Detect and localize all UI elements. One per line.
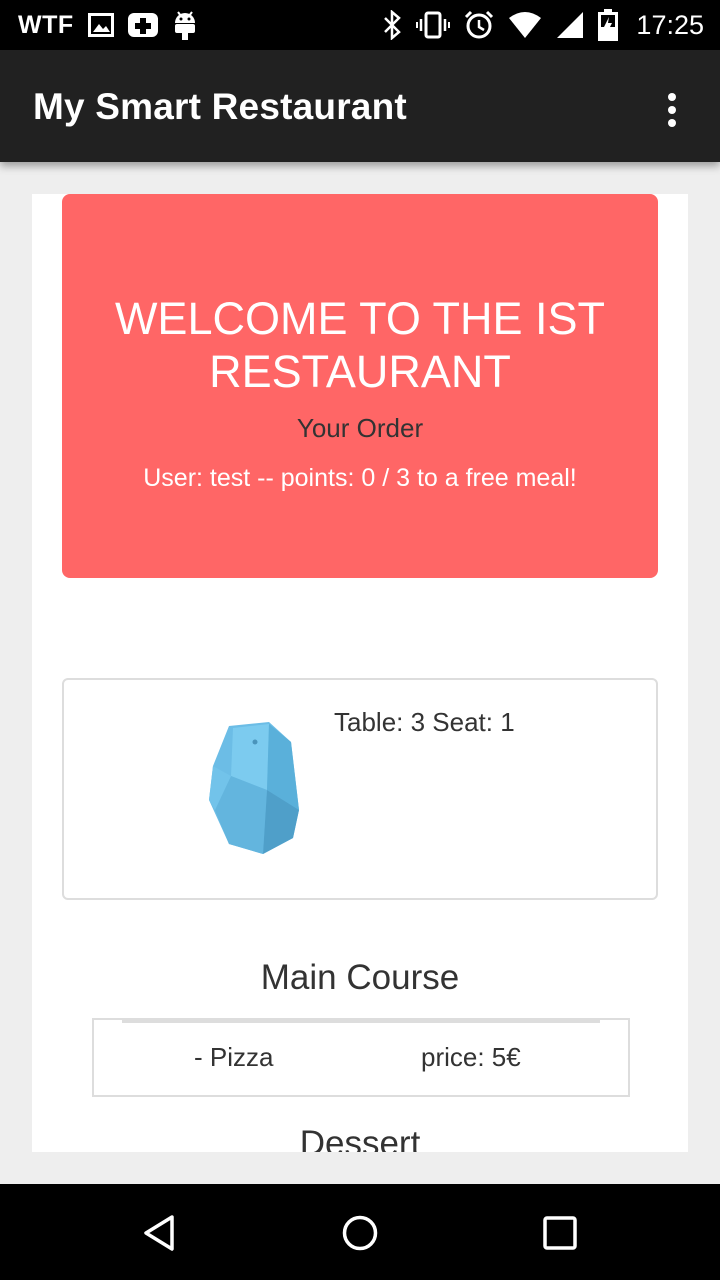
table-info-card: Table: 3 Seat: 1 bbox=[62, 678, 658, 900]
image-icon bbox=[87, 13, 114, 37]
table-seat-label: Table: 3 Seat: 1 bbox=[334, 707, 515, 737]
app-bar: My Smart Restaurant bbox=[0, 50, 720, 162]
user-points-label: User: test -- points: 0 / 3 to a free me… bbox=[143, 464, 577, 492]
battery-charging-icon bbox=[598, 9, 619, 41]
content-area[interactable]: WELCOME TO THE IST RESTAURANT Your Order… bbox=[32, 194, 688, 1152]
clock: 17:25 bbox=[636, 9, 704, 40]
bluetooth-icon bbox=[382, 10, 402, 40]
wifi-icon bbox=[508, 11, 542, 39]
alarm-icon bbox=[464, 10, 494, 40]
your-order-label: Your Order bbox=[296, 413, 424, 443]
welcome-banner: WELCOME TO THE IST RESTAURANT Your Order… bbox=[62, 194, 658, 578]
carrier-label: WTF bbox=[18, 10, 74, 39]
status-bar: WTF 17:25 bbox=[0, 0, 720, 50]
item-name: - Pizza bbox=[194, 1042, 274, 1072]
app-title: My Smart Restaurant bbox=[33, 86, 407, 127]
home-icon[interactable] bbox=[335, 1208, 385, 1258]
more-vert-icon[interactable] bbox=[648, 86, 696, 134]
item-price: price: 5€ bbox=[421, 1042, 521, 1072]
order-item-row: - Pizza price: 5€ bbox=[92, 1018, 630, 1097]
android-icon bbox=[172, 9, 198, 41]
dessert-heading: Dessert bbox=[299, 1124, 421, 1152]
divider bbox=[122, 1020, 600, 1023]
back-icon[interactable] bbox=[135, 1208, 185, 1258]
navigation-bar bbox=[0, 1184, 720, 1280]
vibrate-icon bbox=[416, 11, 451, 39]
main-course-heading: Main Course bbox=[260, 958, 460, 997]
welcome-title: WELCOME TO THE IST RESTAURANT bbox=[114, 293, 606, 397]
medical-plus-icon bbox=[127, 11, 158, 39]
beacon-icon bbox=[207, 720, 303, 861]
signal-icon bbox=[556, 11, 584, 39]
recents-icon[interactable] bbox=[535, 1208, 585, 1258]
